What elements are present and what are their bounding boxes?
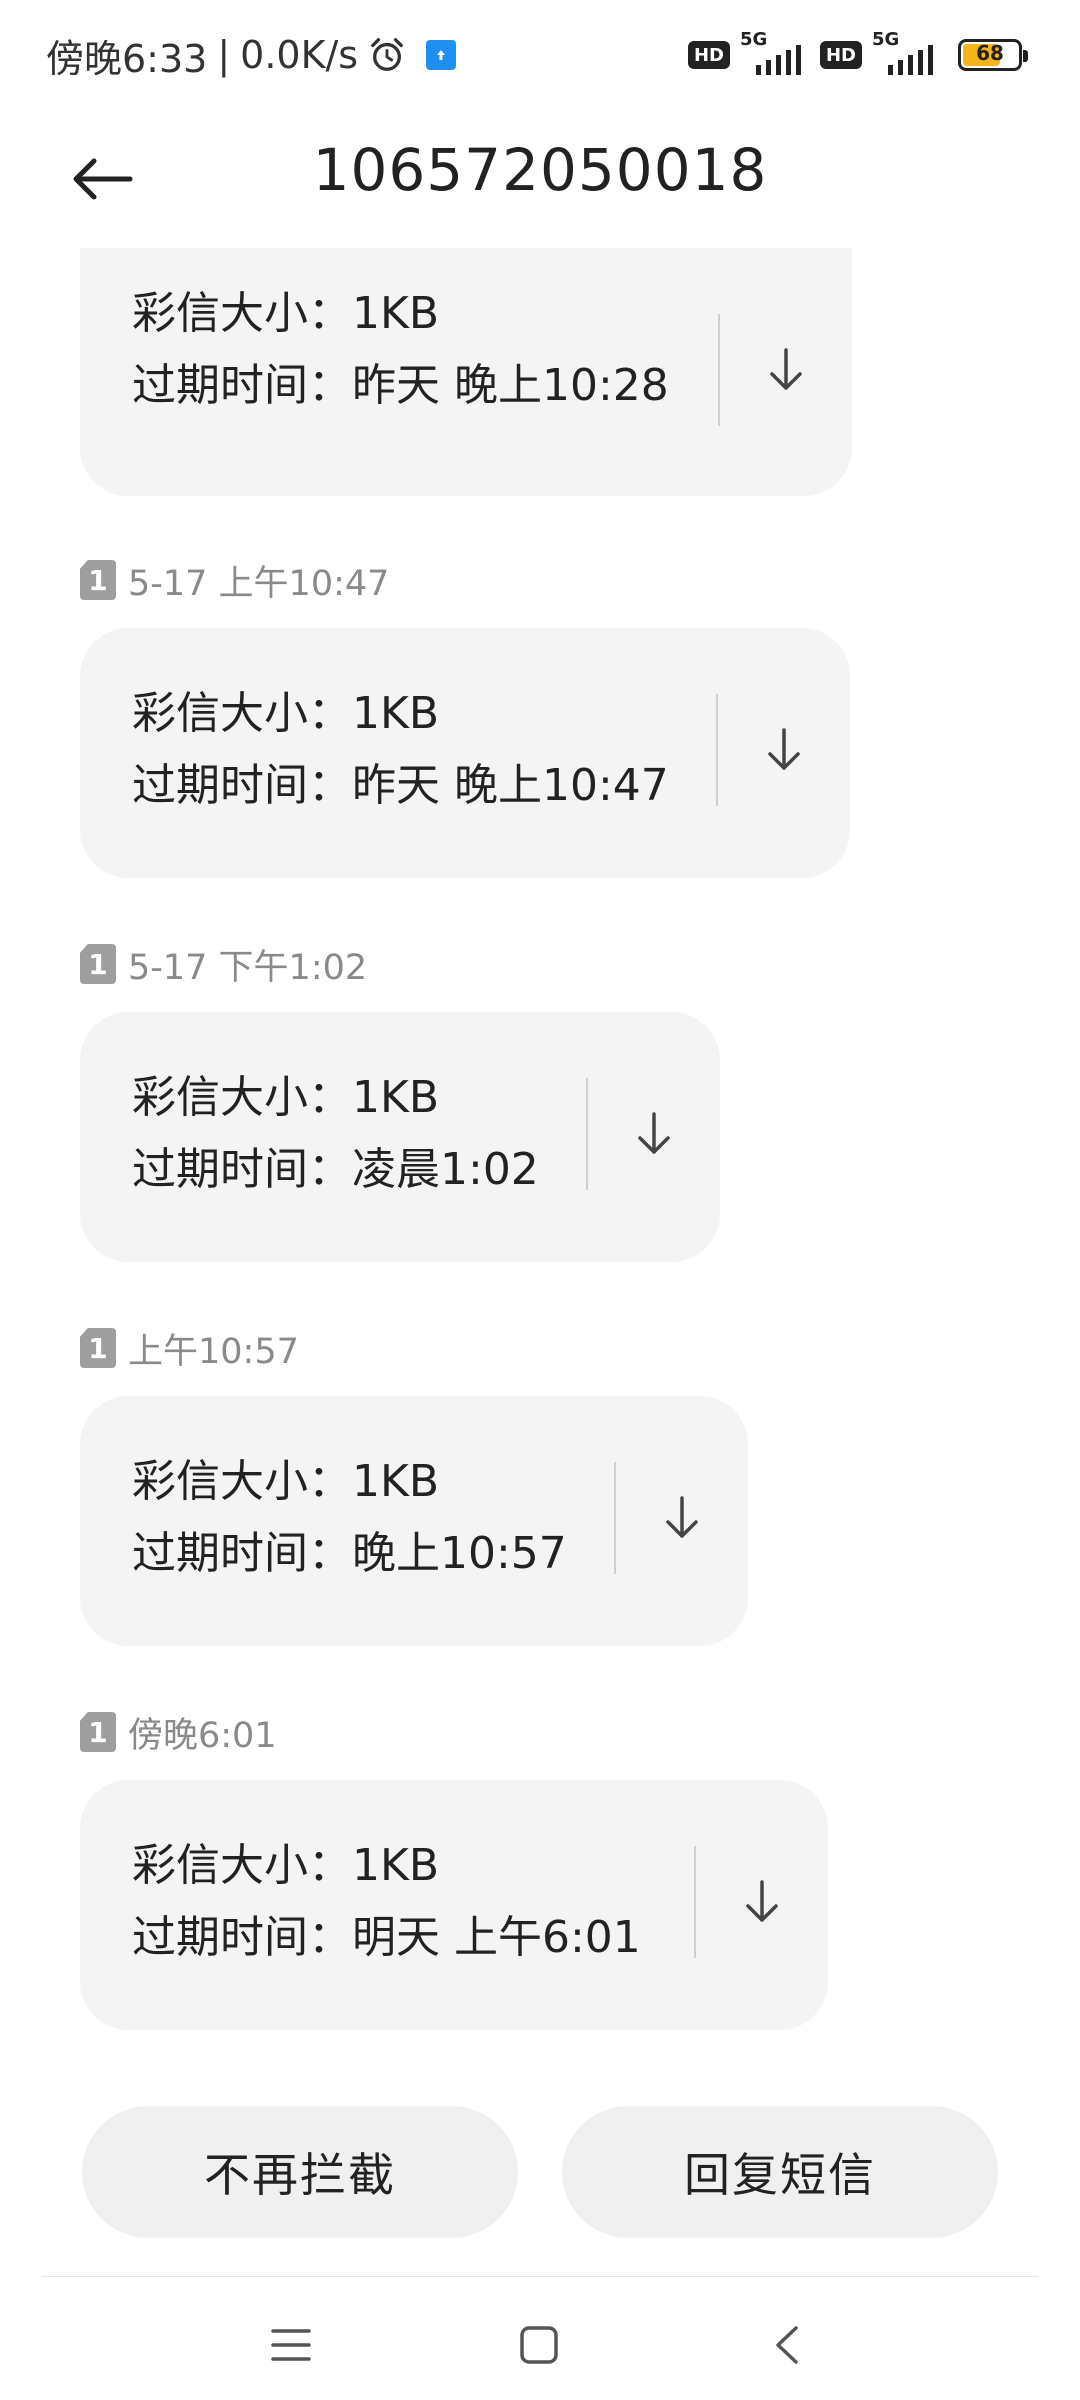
mms-expire: 明天 上午6:01 [352, 1912, 641, 1963]
sim-card-icon: 1 [80, 560, 116, 600]
hd-voice-badge: HD [688, 41, 730, 69]
mms-size-label: 彩信大小： [132, 288, 352, 339]
message-timestamp: 1 傍晚6:01 [80, 1710, 277, 1756]
sim-card-icon: 1 [80, 944, 116, 984]
nav-divider [42, 2276, 1038, 2277]
unblock-button[interactable]: 不再拦截 [82, 2106, 518, 2238]
mms-size: 1KB [352, 1456, 440, 1507]
mms-expire-label: 过期时间： [132, 1528, 352, 1579]
sim-card-icon: 1 [80, 1328, 116, 1368]
chevron-left-icon [776, 2326, 798, 2364]
mms-expire-label: 过期时间： [132, 1144, 352, 1195]
upload-notification-icon [426, 40, 457, 70]
mms-bubble[interactable]: 彩信大小：1KB 过期时间：凌晨1:02 [80, 1012, 720, 1262]
mms-info: 彩信大小：1KB 过期时间：明天 上午6:01 [132, 1830, 641, 1974]
timestamp-text: 傍晚6:01 [128, 1715, 277, 1756]
mms-info: 彩信大小：1KB 过期时间：昨天 晚上10:47 [132, 678, 669, 822]
mms-bubble[interactable]: 彩信大小：1KB 过期时间：晚上10:57 [80, 1396, 748, 1646]
arrow-down-icon [746, 1880, 778, 1922]
mms-bubble[interactable]: 彩信大小：1KB 过期时间：昨天 晚上10:28 [80, 248, 852, 496]
home-icon [520, 2326, 558, 2364]
arrow-down-icon [666, 1496, 698, 1538]
mms-info: 彩信大小：1KB 过期时间：晚上10:57 [132, 1446, 567, 1590]
menu-icon [271, 2329, 311, 2361]
mms-size: 1KB [352, 1072, 440, 1123]
bubble-divider [586, 1078, 588, 1190]
signal-strength-icon [756, 45, 801, 75]
status-time: 傍晚6:33 [46, 36, 208, 81]
home-button[interactable] [504, 2310, 574, 2380]
reply-sms-button[interactable]: 回复短信 [562, 2106, 998, 2238]
mms-expire: 晚上10:57 [352, 1528, 567, 1579]
message-timestamp: 1 上午10:57 [80, 1326, 299, 1372]
mms-size: 1KB [352, 688, 440, 739]
bubble-divider [716, 694, 718, 806]
signal-strength-icon-2 [888, 45, 933, 75]
mms-info: 彩信大小：1KB 过期时间：昨天 晚上10:28 [132, 278, 669, 422]
status-left: 傍晚6:33 | 0.0K/s [46, 30, 457, 81]
timestamp-text: 上午10:57 [128, 1331, 299, 1372]
timestamp-text: 5-17 下午1:02 [128, 947, 368, 988]
signal-group-sim2: 5G [872, 29, 942, 75]
mms-expire-label: 过期时间： [132, 360, 352, 411]
battery-icon: 68 [958, 39, 1028, 71]
download-mms-button[interactable] [646, 1482, 718, 1554]
recent-apps-button[interactable] [256, 2310, 326, 2380]
mms-expire: 凌晨1:02 [352, 1144, 539, 1195]
mms-info: 彩信大小：1KB 过期时间：凌晨1:02 [132, 1062, 539, 1206]
download-mms-button[interactable] [748, 714, 820, 786]
mms-expire-label: 过期时间： [132, 760, 352, 811]
message-timestamp: 1 5-17 上午10:47 [80, 558, 389, 604]
mms-expire-label: 过期时间： [132, 1912, 352, 1963]
mms-size-label: 彩信大小： [132, 1840, 352, 1891]
conversation-header: 106572050018 [0, 108, 1080, 248]
timestamp-text: 5-17 上午10:47 [128, 563, 390, 604]
mms-size-label: 彩信大小： [132, 1456, 352, 1507]
status-bar: 傍晚6:33 | 0.0K/s HD 5G HD 5G 68 [0, 0, 1080, 108]
battery-level: 68 [976, 41, 1004, 65]
mms-size: 1KB [352, 1840, 440, 1891]
alarm-clock-icon [371, 38, 404, 71]
system-nav-bar [0, 2290, 1080, 2400]
message-list[interactable]: 彩信大小：1KB 过期时间：昨天 晚上10:28 1 5-17 上午10:47 … [0, 248, 1080, 2048]
arrow-down-icon [770, 348, 802, 390]
network-speed: 0.0K/s [240, 33, 359, 77]
mms-expire: 昨天 晚上10:28 [352, 360, 669, 411]
page-title: 106572050018 [312, 136, 768, 204]
status-separator: | [217, 33, 231, 77]
message-timestamp: 1 5-17 下午1:02 [80, 942, 367, 988]
sim-card-icon: 1 [80, 1712, 116, 1752]
bubble-divider [694, 1846, 696, 1958]
mms-size-label: 彩信大小： [132, 688, 352, 739]
arrow-down-icon [768, 728, 800, 770]
nav-back-button[interactable] [752, 2310, 822, 2380]
download-mms-button[interactable] [726, 1866, 798, 1938]
download-mms-button[interactable] [750, 334, 822, 406]
battery-cap [1023, 50, 1028, 62]
mms-bubble[interactable]: 彩信大小：1KB 过期时间：昨天 晚上10:47 [80, 628, 850, 878]
mms-size: 1KB [352, 288, 440, 339]
mms-bubble[interactable]: 彩信大小：1KB 过期时间：明天 上午6:01 [80, 1780, 828, 2030]
mms-size-label: 彩信大小： [132, 1072, 352, 1123]
bubble-divider [718, 314, 720, 426]
hd-voice-badge-2: HD [820, 41, 862, 69]
download-mms-button[interactable] [618, 1098, 690, 1170]
signal-group-sim1: 5G [740, 29, 810, 75]
bubble-divider [614, 1462, 616, 1574]
arrow-down-icon [638, 1112, 670, 1154]
mms-expire: 昨天 晚上10:47 [352, 760, 669, 811]
status-right: HD 5G HD 5G 68 [688, 29, 1028, 78]
